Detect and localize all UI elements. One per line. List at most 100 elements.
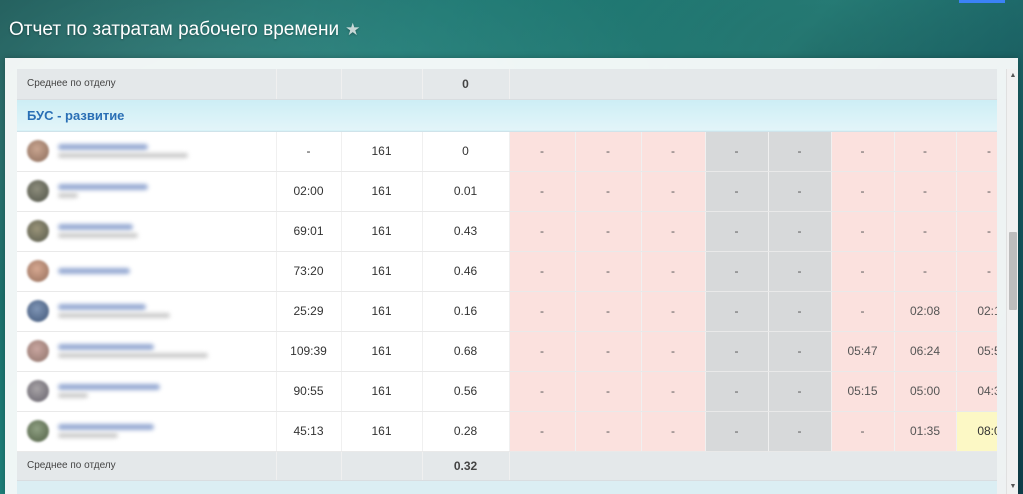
ratio-cell: 0.16 <box>422 291 510 332</box>
scroll-up-arrow-icon[interactable]: ▲ <box>1007 69 1018 83</box>
day-cell: - <box>956 251 997 292</box>
table-row[interactable]: 69:01 161 0.43 - - - - - - - - <box>17 211 997 252</box>
vertical-scrollbar[interactable]: ▲ ▼ <box>1006 69 1018 494</box>
employee-name-blurred[interactable] <box>58 304 146 310</box>
norm-cell: 161 <box>341 291 423 332</box>
employee-cell[interactable] <box>17 251 277 292</box>
table-row[interactable]: - 161 0 - - - - - - - - <box>17 131 997 172</box>
day-cell: - <box>509 371 576 412</box>
day-cell: - <box>575 171 642 212</box>
table-row[interactable]: 109:39 161 0.68 - - - - - 05:47 06:24 05… <box>17 331 997 372</box>
report-table: Среднее по отделу 0 БУС - развитие - 161… <box>17 69 997 494</box>
day-cell: - <box>641 131 706 172</box>
department-average-row: Среднее по отделу 0 <box>17 69 997 100</box>
ratio-cell: 0.56 <box>422 371 510 412</box>
hours-cell: 45:13 <box>276 411 342 452</box>
day-cell: 02:1 <box>956 291 997 332</box>
employee-name-blurred[interactable] <box>58 384 160 390</box>
norm-cell: 161 <box>341 131 423 172</box>
employee-name-blurred[interactable] <box>58 424 154 430</box>
hours-cell: 109:39 <box>276 331 342 372</box>
table-row[interactable]: 73:20 161 0.46 - - - - - - - - <box>17 251 997 292</box>
norm-cell: 161 <box>341 411 423 452</box>
employee-name-blurred[interactable] <box>58 268 130 274</box>
day-cell: - <box>575 331 642 372</box>
hours-cell: 02:00 <box>276 171 342 212</box>
day-cell: - <box>768 251 832 292</box>
norm-cell: 161 <box>341 251 423 292</box>
ratio-cell: 0.68 <box>422 331 510 372</box>
group-header-row-partial[interactable] <box>17 480 997 494</box>
page-title-text: Отчет по затратам рабочего времени <box>9 19 340 40</box>
day-cell: - <box>509 171 576 212</box>
table-row[interactable]: 90:55 161 0.56 - - - - - 05:15 05:00 04:… <box>17 371 997 412</box>
employee-cell[interactable] <box>17 211 277 252</box>
day-cell: - <box>705 331 769 372</box>
day-cell: - <box>831 131 895 172</box>
day-cell: - <box>641 331 706 372</box>
day-cell: - <box>641 251 706 292</box>
employee-name-blurred[interactable] <box>58 144 148 150</box>
day-cell: 08:0 <box>956 411 997 452</box>
average-label: Среднее по отделу <box>17 69 277 100</box>
top-accent-bar <box>959 0 1005 3</box>
hours-cell: - <box>276 131 342 172</box>
day-cell: - <box>831 211 895 252</box>
employee-cell[interactable] <box>17 291 277 332</box>
day-cell: 05:5 <box>956 331 997 372</box>
day-cell: - <box>641 291 706 332</box>
day-cell: - <box>705 251 769 292</box>
day-cell: 05:00 <box>894 371 957 412</box>
day-cell: - <box>509 211 576 252</box>
employee-position-blurred <box>58 193 78 198</box>
table-row[interactable]: 45:13 161 0.28 - - - - - - 01:35 08:0 <box>17 411 997 452</box>
day-cell: - <box>509 131 576 172</box>
day-cell: - <box>509 331 576 372</box>
table-row[interactable]: 25:29 161 0.16 - - - - - - 02:08 02:1 <box>17 291 997 332</box>
day-cell: - <box>575 291 642 332</box>
day-cell: - <box>956 131 997 172</box>
star-icon[interactable]: ★ <box>345 20 360 40</box>
scroll-down-arrow-icon[interactable]: ▼ <box>1007 480 1018 494</box>
employee-cell[interactable] <box>17 411 277 452</box>
ratio-cell: 0 <box>422 131 510 172</box>
group-header-row[interactable]: БУС - развитие <box>17 99 997 132</box>
employee-name-blurred[interactable] <box>58 224 133 230</box>
employee-name-blurred[interactable] <box>58 344 154 350</box>
employee-cell[interactable] <box>17 331 277 372</box>
average-value: 0 <box>422 69 510 100</box>
employee-name-blurred[interactable] <box>58 184 148 190</box>
day-cell: - <box>705 171 769 212</box>
group-name[interactable]: БУС - развитие <box>17 99 997 132</box>
day-cell: 01:35 <box>894 411 957 452</box>
employee-position-blurred <box>58 393 88 398</box>
ratio-cell: 0.28 <box>422 411 510 452</box>
day-cell: - <box>768 131 832 172</box>
employee-cell[interactable] <box>17 171 277 212</box>
day-cell: - <box>894 131 957 172</box>
day-cell: - <box>831 291 895 332</box>
scroll-thumb[interactable] <box>1009 232 1017 310</box>
ratio-cell: 0.01 <box>422 171 510 212</box>
avatar <box>27 260 49 282</box>
day-cell: - <box>641 171 706 212</box>
day-cell: 04:3 <box>956 371 997 412</box>
norm-cell: 161 <box>341 211 423 252</box>
day-cell: - <box>768 171 832 212</box>
employee-cell[interactable] <box>17 371 277 412</box>
ratio-cell: 0.46 <box>422 251 510 292</box>
day-cell: 06:24 <box>894 331 957 372</box>
day-cell: - <box>768 331 832 372</box>
employee-position-blurred <box>58 433 118 438</box>
hours-cell: 73:20 <box>276 251 342 292</box>
employee-cell[interactable] <box>17 131 277 172</box>
report-table-viewport[interactable]: Среднее по отделу 0 БУС - развитие - 161… <box>17 69 997 494</box>
day-cell: - <box>705 211 769 252</box>
norm-cell: 161 <box>341 371 423 412</box>
day-cell: - <box>768 291 832 332</box>
day-cell: - <box>705 371 769 412</box>
table-row[interactable]: 02:00 161 0.01 - - - - - - - - <box>17 171 997 212</box>
employee-position-blurred <box>58 153 188 158</box>
day-cell: 02:08 <box>894 291 957 332</box>
average-label: Среднее по отделу <box>17 451 277 481</box>
